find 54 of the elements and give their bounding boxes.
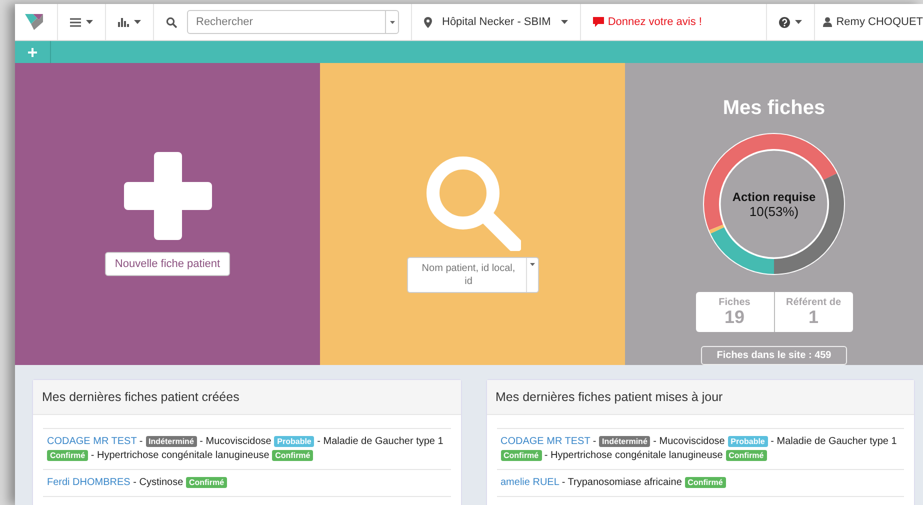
stat-label: Fiches	[718, 297, 750, 308]
status-badge: Probable	[274, 436, 314, 447]
site-selector[interactable]: Hôpital Necker - SBIM	[424, 16, 568, 28]
patient-record-entry: amelie RUEL - Trypanosomiase africaine Confirmé	[500, 476, 900, 490]
statistics-button[interactable]	[118, 17, 141, 27]
patient-search-field[interactable]: Nom patient, id local, id	[406, 257, 538, 293]
plus-icon	[28, 48, 37, 56]
stat-value: 19	[724, 308, 745, 327]
status-badge: Confirmé	[186, 477, 228, 488]
stat-label: Référent de	[786, 297, 841, 308]
search-field[interactable]: Rechercher	[187, 10, 399, 34]
user-menu[interactable]: Remy CHOQUET	[823, 16, 923, 28]
menu-icon	[70, 18, 81, 26]
map-marker-icon	[424, 16, 432, 28]
panel-title: Mes dernières fiches patient créées	[33, 380, 460, 415]
patient-record-entry: CODAGE MR TEST - Indéterminé - Mucoviscidose Probable - Maladie de Gaucher type 1 Confirmé - Hypertrichose congénitale lanugineuse Confirmé	[500, 435, 898, 463]
donut-label: Action requise	[732, 190, 816, 204]
patient-record-entry: Ferdi DHOMBRES - Cystinose Confirmé	[47, 476, 446, 490]
dropdown-arrow-icon	[390, 20, 394, 24]
patient-link[interactable]: CODAGE MR TEST	[47, 436, 137, 447]
stat-value: 1	[808, 308, 818, 327]
caret-icon	[795, 20, 802, 24]
status-badge: Confirmé	[726, 450, 767, 461]
feedback-link[interactable]: Donnez votre avis !	[592, 16, 702, 28]
search-icon	[424, 155, 520, 251]
dropdown-arrow-icon	[530, 263, 534, 266]
status-badge: Indéterminé	[599, 436, 650, 447]
menu-button[interactable]	[70, 18, 93, 26]
tile-title: Mes fiches	[722, 97, 826, 120]
status-badge: Probable	[728, 436, 768, 447]
donut-value: 10(53%)	[749, 204, 799, 218]
caret-icon	[560, 20, 568, 24]
bar-chart-icon	[118, 17, 129, 27]
plus-icon	[124, 152, 212, 240]
panel-title: Mes dernières fiches patient mises à jour	[486, 380, 914, 415]
status-badge: Indéterminé	[146, 436, 197, 447]
question-icon	[779, 16, 790, 28]
patient-link[interactable]: CODAGE MR TEST	[500, 436, 590, 447]
status-badge: Confirmé	[272, 450, 314, 461]
comment-icon	[592, 17, 604, 27]
caret-icon	[86, 20, 93, 24]
patient-link[interactable]: Ferdi DHOMBRES	[47, 477, 130, 488]
new-patient-button[interactable]: Nouvelle fiche patient	[104, 252, 230, 276]
help-button[interactable]	[779, 16, 802, 28]
site-records-button[interactable]: Fiches dans le site : 459	[700, 346, 848, 365]
status-badge: Confirmé	[684, 477, 726, 488]
logo-icon[interactable]	[23, 12, 45, 32]
status-badge: Confirmé	[47, 450, 88, 461]
patient-record-entry: CODAGE MR TEST - Indéterminé - Mucoviscidose Probable - Maladie de Gaucher type 1 Confirmé - Hypertrichose congénitale lanugineuse Confirmé	[47, 435, 444, 463]
status-badge: Confirmé	[500, 450, 542, 461]
caret-icon	[134, 20, 141, 24]
patient-link[interactable]: amelie RUEL	[500, 477, 560, 488]
search-icon	[166, 16, 177, 28]
user-icon	[823, 17, 832, 27]
